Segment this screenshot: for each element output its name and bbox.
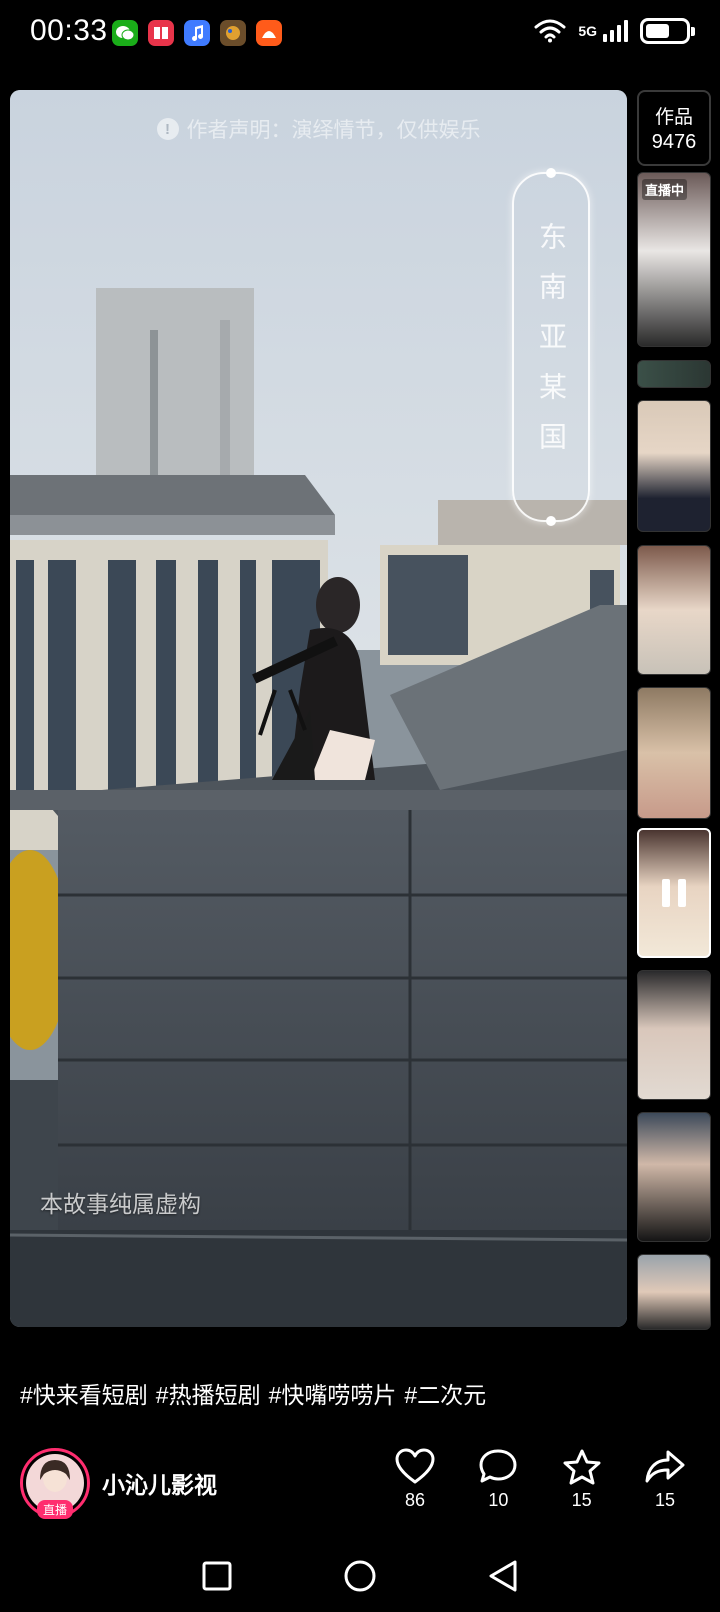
works-counter[interactable]: 作品 9476 <box>637 90 711 166</box>
location-tag: 东南亚某国 <box>512 172 590 522</box>
battery-icon <box>640 18 695 44</box>
video-player[interactable]: ! 作者声明：演绎情节，仅供娱乐 东南亚某国 本故事纯属虚构 <box>10 90 627 1327</box>
favorite-count: 15 <box>571 1490 592 1510</box>
heart-icon <box>395 1448 435 1484</box>
battery-level <box>646 24 669 38</box>
comment-icon <box>479 1449 517 1483</box>
music-icon <box>184 20 210 46</box>
pause-icon <box>662 879 686 907</box>
disclaimer-text: 作者声明：演绎情节，仅供娱乐 <box>186 119 481 142</box>
fiction-note: 本故事纯属虚构 <box>40 1192 201 1218</box>
notification-icons <box>112 20 282 46</box>
work-thumbnail[interactable] <box>637 1254 711 1330</box>
work-thumbnail[interactable] <box>637 687 711 819</box>
hashtag-link[interactable]: #快来看短剧 <box>20 1376 148 1410</box>
avatar[interactable]: 直播 <box>20 1448 90 1519</box>
system-nav-bar <box>0 1540 720 1612</box>
wechat-icon <box>112 20 138 46</box>
comment-count: 10 <box>488 1490 509 1510</box>
info-icon: ! <box>156 118 179 140</box>
work-thumbnail[interactable] <box>637 545 711 675</box>
work-thumbnail[interactable] <box>637 970 711 1100</box>
location-text: 东南亚某国 <box>535 222 568 472</box>
share-count: 15 <box>654 1490 675 1510</box>
action-bar: 86 10 15 15 <box>380 1448 700 1511</box>
avatar-live-badge: 直播 <box>36 1500 74 1519</box>
author-name[interactable]: 小沁儿影视 <box>102 1466 217 1500</box>
share-icon <box>645 1450 685 1483</box>
taobao-icon <box>256 20 282 46</box>
status-bar: 00:33 5G <box>0 0 720 72</box>
author-disclaimer: ! 作者声明：演绎情节，仅供娱乐 <box>10 114 627 144</box>
status-time: 00:33 <box>30 14 108 47</box>
wifi-icon <box>534 19 566 43</box>
works-count: 9476 <box>651 131 697 153</box>
hashtag-link[interactable]: #快嘴唠唠片 <box>269 1376 397 1410</box>
network-type: 5G <box>578 23 597 39</box>
reader-icon <box>148 20 174 46</box>
live-badge: 直播中 <box>642 179 688 200</box>
status-indicators: 5G <box>534 18 695 44</box>
recent-apps-button[interactable] <box>201 1560 233 1592</box>
work-thumbnail[interactable] <box>637 360 711 388</box>
comment-button[interactable]: 10 <box>463 1448 533 1511</box>
author-info: 直播 小沁儿影视 <box>20 1448 217 1519</box>
work-thumbnail[interactable] <box>637 1112 711 1242</box>
hashtag-link[interactable]: #二次元 <box>404 1376 486 1410</box>
work-thumbnail-live[interactable]: 直播中 <box>637 172 711 347</box>
share-button[interactable]: 15 <box>630 1448 700 1511</box>
hashtag-list: #快来看短剧 #热播短剧 #快嘴唠唠片 #二次元 <box>20 1376 486 1410</box>
back-button[interactable] <box>487 1559 519 1593</box>
hashtag-link[interactable]: #热播短剧 <box>156 1376 261 1410</box>
favorite-button[interactable]: 15 <box>547 1448 617 1511</box>
game-icon <box>220 20 246 46</box>
signal-icon <box>603 20 628 42</box>
work-thumbnail[interactable] <box>637 400 711 532</box>
works-label: 作品 <box>654 107 693 128</box>
like-count: 86 <box>404 1490 426 1510</box>
star-icon <box>563 1449 601 1485</box>
home-button[interactable] <box>343 1559 377 1593</box>
work-thumbnail-current[interactable] <box>637 828 711 958</box>
like-button[interactable]: 86 <box>380 1448 450 1511</box>
